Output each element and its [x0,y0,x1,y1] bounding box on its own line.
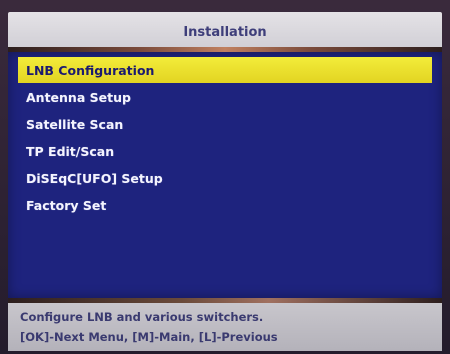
title-bar: Installation [8,12,442,52]
menu-item-satellite-scan[interactable]: Satellite Scan [18,111,432,137]
menu-item-label: Satellite Scan [26,116,124,132]
help-bar: Configure LNB and various switchers. [OK… [8,303,442,351]
osd-screen: Installation LNB Configuration Antenna S… [0,0,450,354]
menu-item-label: DiSEqC[UFO] Setup [26,170,163,186]
menu-item-diseqc-setup[interactable]: DiSEqC[UFO] Setup [18,165,432,191]
help-key-hints: [OK]-Next Menu, [M]-Main, [L]-Previous [20,330,278,344]
menu-item-label: Antenna Setup [26,89,131,105]
menu-item-label: LNB Configuration [26,62,155,78]
menu-panel: LNB Configuration Antenna Setup Satellit… [8,52,442,298]
menu-item-label: Factory Set [26,197,107,213]
menu-item-antenna-setup[interactable]: Antenna Setup [18,84,432,110]
menu-item-lnb-configuration[interactable]: LNB Configuration [18,57,432,83]
menu-list: LNB Configuration Antenna Setup Satellit… [18,57,432,219]
menu-item-label: TP Edit/Scan [26,143,115,159]
menu-item-tp-edit-scan[interactable]: TP Edit/Scan [18,138,432,164]
page-title: Installation [183,24,267,40]
help-description: Configure LNB and various switchers. [20,310,264,324]
menu-item-factory-set[interactable]: Factory Set [18,192,432,218]
